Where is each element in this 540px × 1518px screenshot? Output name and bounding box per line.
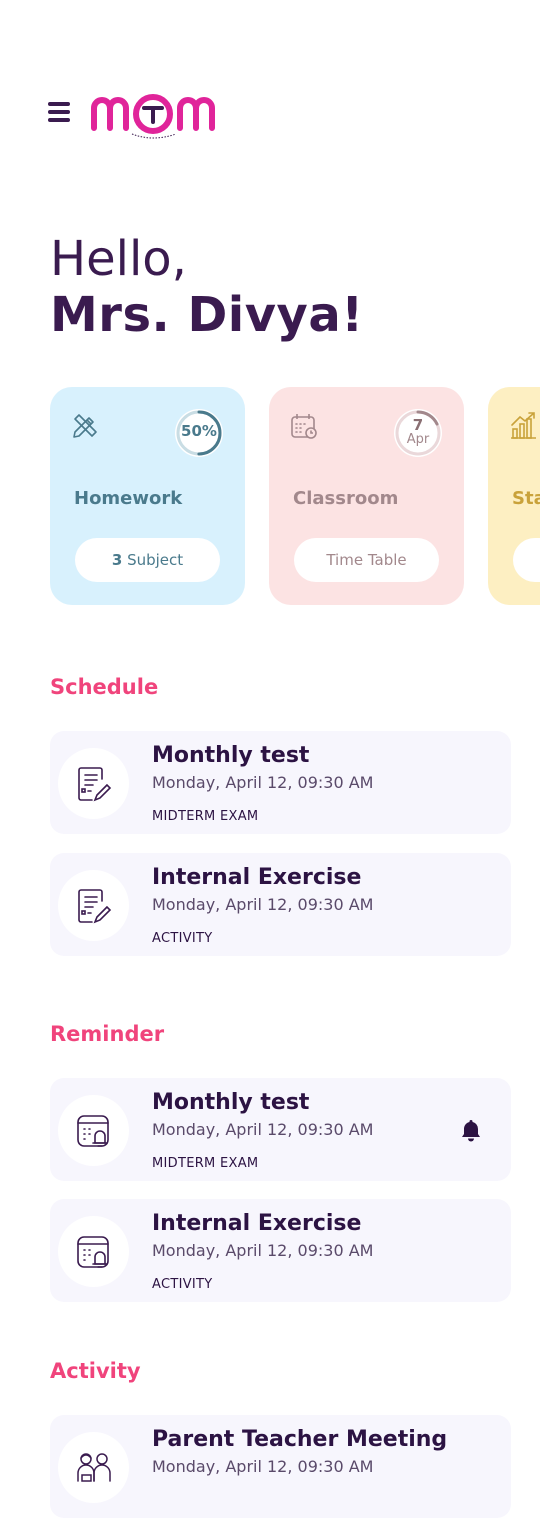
reminder-item-title: Internal Exercise (152, 1211, 362, 1236)
reminder-item-tag: MIDTERM EXAM (152, 1156, 259, 1171)
reminder-calendar-icon-wrap (58, 1095, 129, 1166)
classroom-title: Classroom (293, 488, 399, 509)
schedule-item-tag: ACTIVITY (152, 931, 213, 946)
schedule-item-title: Monthly test (152, 743, 310, 768)
exam-document-icon (78, 889, 112, 924)
hamburger-menu-icon[interactable] (48, 100, 72, 126)
schedule-heading: Schedule (50, 675, 159, 699)
activity-item-title: Parent Teacher Meeting (152, 1427, 448, 1452)
homework-progress-text: 50% (181, 422, 217, 440)
schedule-item[interactable]: Monthly test Monday, April 12, 09:30 AM … (50, 731, 511, 834)
schedule-item-date: Monday, April 12, 09:30 AM (152, 773, 374, 792)
meeting-people-icon (77, 1453, 111, 1482)
exam-document-icon-wrap (58, 748, 129, 819)
meeting-people-icon-wrap (58, 1432, 129, 1503)
activity-item-date: Monday, April 12, 09:30 AM (152, 1457, 374, 1476)
schedule-item-tag: MIDTERM EXAM (152, 809, 259, 824)
homework-progress-ring: 50% (173, 407, 225, 459)
subject-count: 3 (111, 551, 123, 569)
classroom-date-badge: 7 Apr (392, 407, 444, 459)
reminder-item[interactable]: Internal Exercise Monday, April 12, 09:3… (50, 1199, 511, 1302)
reminder-heading: Reminder (50, 1022, 165, 1046)
reminder-calendar-icon-wrap (58, 1216, 129, 1287)
reminder-item-tag: ACTIVITY (152, 1277, 213, 1292)
homework-subject-button[interactable]: 3 Subject (75, 538, 220, 582)
greeting-hello: Hello, (50, 231, 187, 287)
reminder-item-date: Monday, April 12, 09:30 AM (152, 1120, 374, 1139)
schedule-item-date: Monday, April 12, 09:30 AM (152, 895, 374, 914)
homework-card[interactable]: 50% Homework 3 Subject (50, 387, 245, 605)
reminder-calendar-icon (77, 1115, 109, 1147)
reminder-item-date: Monday, April 12, 09:30 AM (152, 1241, 374, 1260)
pencil-ruler-icon (73, 414, 97, 438)
statistics-button[interactable] (513, 538, 540, 582)
schedule-item-title: Internal Exercise (152, 865, 362, 890)
statistics-title: Sta (512, 488, 540, 509)
classroom-date-month: Apr (406, 432, 430, 447)
bar-chart-icon (511, 412, 536, 439)
activity-heading: Activity (50, 1359, 141, 1383)
schedule-item[interactable]: Internal Exercise Monday, April 12, 09:3… (50, 853, 511, 956)
exam-document-icon (78, 767, 112, 802)
statistics-card[interactable]: Sta (488, 387, 540, 605)
exam-document-icon-wrap (58, 870, 129, 941)
homework-title: Homework (74, 488, 183, 509)
time-table-button[interactable]: Time Table (294, 538, 439, 582)
calendar-clock-icon (291, 414, 317, 439)
greeting-name: Mrs. Divya! (50, 287, 364, 343)
subject-label: Subject (122, 551, 184, 569)
reminder-calendar-icon (77, 1236, 109, 1268)
mtm-logo-icon[interactable] (90, 86, 220, 146)
classroom-card[interactable]: 7 Apr Classroom Time Table (269, 387, 464, 605)
bell-icon[interactable] (460, 1118, 482, 1142)
activity-item[interactable]: Parent Teacher Meeting Monday, April 12,… (50, 1415, 511, 1518)
reminder-item-title: Monthly test (152, 1090, 310, 1115)
reminder-item[interactable]: Monthly test Monday, April 12, 09:30 AM … (50, 1078, 511, 1181)
